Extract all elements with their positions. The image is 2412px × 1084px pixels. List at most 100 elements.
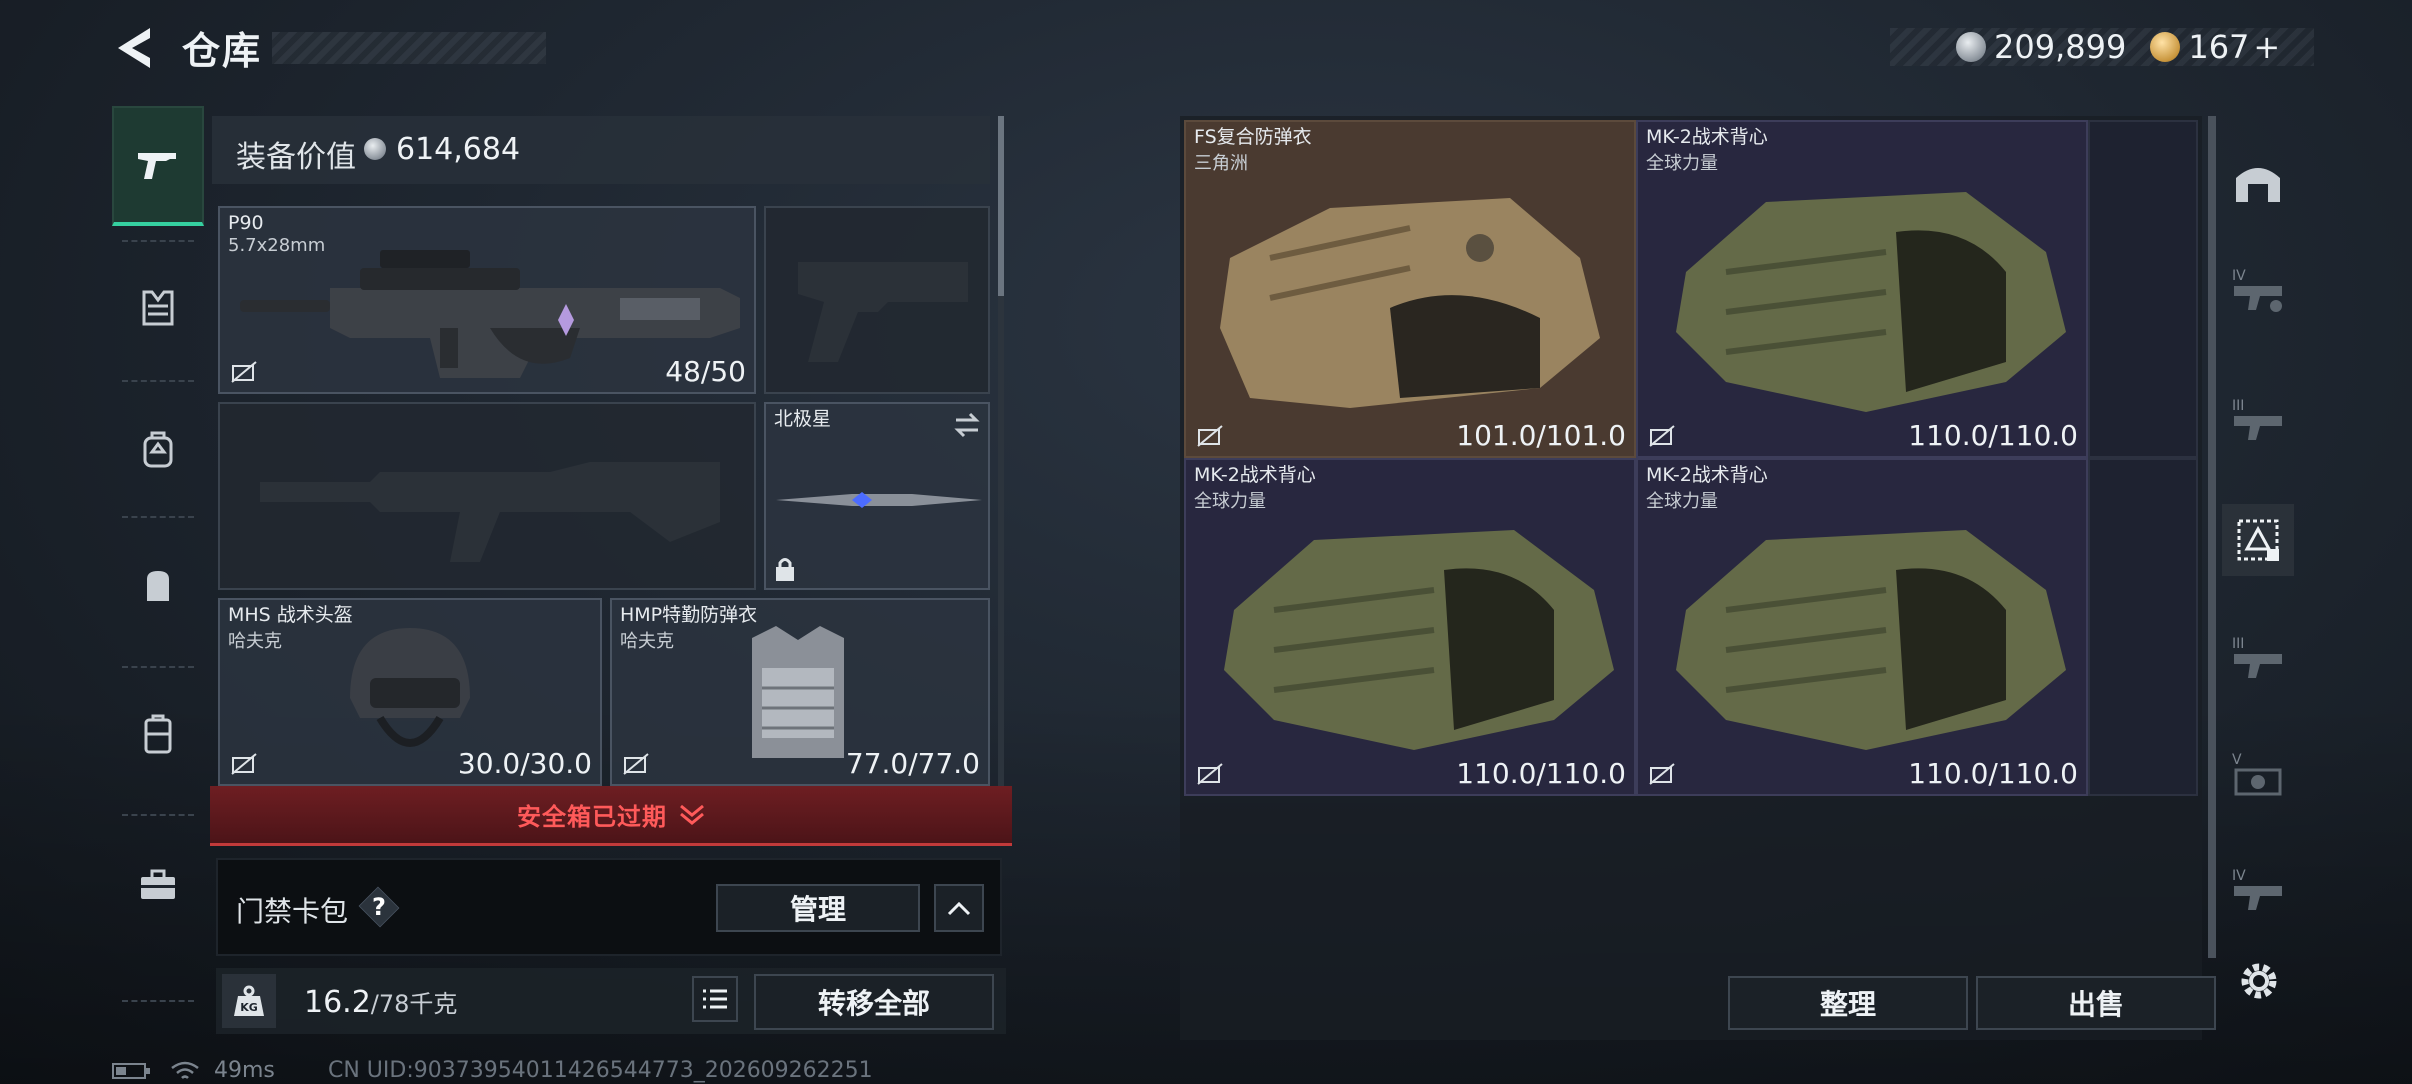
helmet-image: [350, 628, 470, 747]
tier-label: V: [2232, 752, 2242, 768]
warehouse-icon: [2236, 168, 2280, 202]
stash-item-durability: 110.0/110.0: [1908, 757, 2078, 790]
keycard-pack-label: 门禁卡包: [236, 895, 349, 928]
pistol-icon: [138, 153, 176, 179]
vest-icon: [142, 290, 174, 326]
rifle-slot[interactable]: [218, 402, 756, 590]
weight-kg-icon: KG: [222, 974, 276, 1028]
rail-pistol[interactable]: [112, 106, 204, 226]
stash-filter-armor-active[interactable]: [2222, 504, 2294, 576]
manage-button[interactable]: 管理: [716, 884, 920, 932]
stash-filter-tier[interactable]: IV: [2230, 862, 2290, 922]
rail-case[interactable]: [112, 674, 204, 794]
ping-readout: 49ms: [214, 1058, 275, 1083]
stash-item[interactable]: MK-2战术背心 全球力量 110.0/110.0: [1636, 120, 2088, 458]
safebox-expired-text: 安全箱已过期: [517, 803, 667, 831]
rail-pouch[interactable]: [112, 526, 204, 646]
sort-button[interactable]: 整理: [1728, 976, 1968, 1030]
stash-item-durability: 110.0/110.0: [1456, 757, 1626, 790]
no-sell-icon: [231, 753, 257, 775]
helmet-slot[interactable]: MHS 战术头盔 哈夫克 30.0/30.0: [218, 598, 602, 786]
armor-filter-icon: [2237, 519, 2279, 561]
safebox-expired-bar[interactable]: 安全箱已过期: [210, 786, 1012, 846]
slot-item-name: HMP特勤防弹衣: [620, 604, 758, 626]
chevron-up-icon: [947, 901, 971, 916]
stash-empty-cell[interactable]: [2088, 458, 2198, 796]
gold-amount: 167: [2188, 28, 2250, 66]
silver-amount: 209,899: [1994, 28, 2127, 66]
chevron-double-down-icon: [680, 804, 704, 825]
stash-item[interactable]: MK-2战术背心 全球力量 110.0/110.0: [1184, 458, 1636, 796]
no-sell-icon: [1649, 425, 1675, 447]
rail-backpack[interactable]: [112, 390, 204, 510]
stash-item-name: MK-2战术背心: [1646, 464, 1768, 486]
loadout-scrollbar-thumb[interactable]: [998, 116, 1004, 296]
page-title: 仓库: [182, 29, 263, 73]
rifle-placeholder-icon: [260, 462, 720, 562]
swap-icon[interactable]: [952, 412, 982, 438]
status-bar: 49ms: [112, 1058, 275, 1083]
stash-item[interactable]: MK-2战术背心 全球力量 110.0/110.0: [1636, 458, 2088, 796]
weight-max: /78千克: [370, 990, 458, 1018]
stash-filter-tier[interactable]: IV: [2230, 262, 2290, 322]
stash-item[interactable]: FS复合防弹衣 三角洲 101.0/101.0: [1184, 120, 1636, 458]
melee-slot[interactable]: 北极星: [764, 402, 990, 590]
currency-bar: 209,899 167 +: [1890, 28, 2314, 66]
primary-weapon-slot[interactable]: P90 5.7x28mm 48/50: [218, 206, 756, 394]
equip-value-amount: 614,684: [396, 132, 521, 167]
tier-weapon-icon: III: [2232, 636, 2282, 678]
collapse-button[interactable]: [934, 884, 984, 932]
no-sell-icon: [623, 753, 649, 775]
rail-vest[interactable]: [112, 248, 204, 368]
user-uid: CN UID:90373954011426544773_202609262251: [328, 1058, 873, 1083]
stash-filter-tier[interactable]: III: [2230, 630, 2290, 690]
stash-filter-tier[interactable]: III: [2230, 392, 2290, 452]
stash-empty-cell[interactable]: [2088, 120, 2198, 458]
tier-weapon-icon: IV: [2232, 868, 2282, 910]
tier-weapon-icon: III: [2232, 398, 2282, 440]
knife-image: [776, 492, 982, 508]
sell-button[interactable]: 出售: [1976, 976, 2216, 1030]
armor-image: [752, 626, 844, 758]
mk2-vest-image: [1676, 192, 2066, 412]
no-sell-icon: [1197, 763, 1223, 785]
weight-readout: 16.2/78千克: [304, 984, 457, 1020]
settings-gear-icon[interactable]: [2236, 958, 2282, 1004]
slot-item-name: 北极星: [774, 408, 832, 430]
silver-coin-icon: [364, 138, 386, 160]
slot-item-maker: 哈夫克: [228, 631, 282, 652]
kg-label: KG: [240, 1001, 258, 1014]
gold-topup-button[interactable]: +: [2253, 28, 2280, 66]
tier-label: III: [2232, 398, 2244, 414]
tier-scope-icon: V: [2232, 752, 2282, 796]
tier-label: IV: [2232, 868, 2246, 884]
help-icon[interactable]: ?: [358, 888, 400, 926]
mk2-vest-image: [1224, 530, 1614, 750]
back-arrow-icon[interactable]: [110, 22, 160, 74]
stash-item-name: MK-2战术背心: [1194, 464, 1316, 486]
list-icon: [703, 989, 727, 1009]
slot-durability: 48/50: [665, 355, 746, 388]
slot-durability: 30.0/30.0: [457, 747, 592, 780]
stash-item-name: MK-2战术背心: [1646, 126, 1768, 148]
tier-label: III: [2232, 636, 2244, 652]
secondary-weapon-slot[interactable]: [764, 206, 990, 394]
slot-durability: 77.0/77.0: [845, 747, 980, 780]
stash-scrollbar[interactable]: [2208, 116, 2216, 958]
armor-slot[interactable]: HMP特勤防弹衣 哈夫克 77.0/77.0: [610, 598, 990, 786]
stash-filter-tier[interactable]: V: [2230, 746, 2290, 806]
transfer-all-button[interactable]: 转移全部: [754, 974, 994, 1030]
stash-filter-all[interactable]: [2222, 146, 2294, 218]
case-icon: [144, 714, 172, 754]
slot-item-maker: 哈夫克: [620, 631, 674, 652]
equip-value-label: 装备价值: [236, 140, 356, 175]
equipment-category-rail: [112, 106, 204, 1010]
list-view-button[interactable]: [692, 976, 738, 1022]
toolbox-icon: [141, 869, 175, 899]
no-sell-icon: [1197, 425, 1223, 447]
tier-label: IV: [2232, 268, 2246, 284]
stash-item-name: FS复合防弹衣: [1194, 126, 1312, 148]
stash-item-durability: 101.0/101.0: [1456, 419, 1626, 452]
rail-toolbox[interactable]: [112, 824, 204, 944]
no-sell-icon: [231, 361, 257, 383]
